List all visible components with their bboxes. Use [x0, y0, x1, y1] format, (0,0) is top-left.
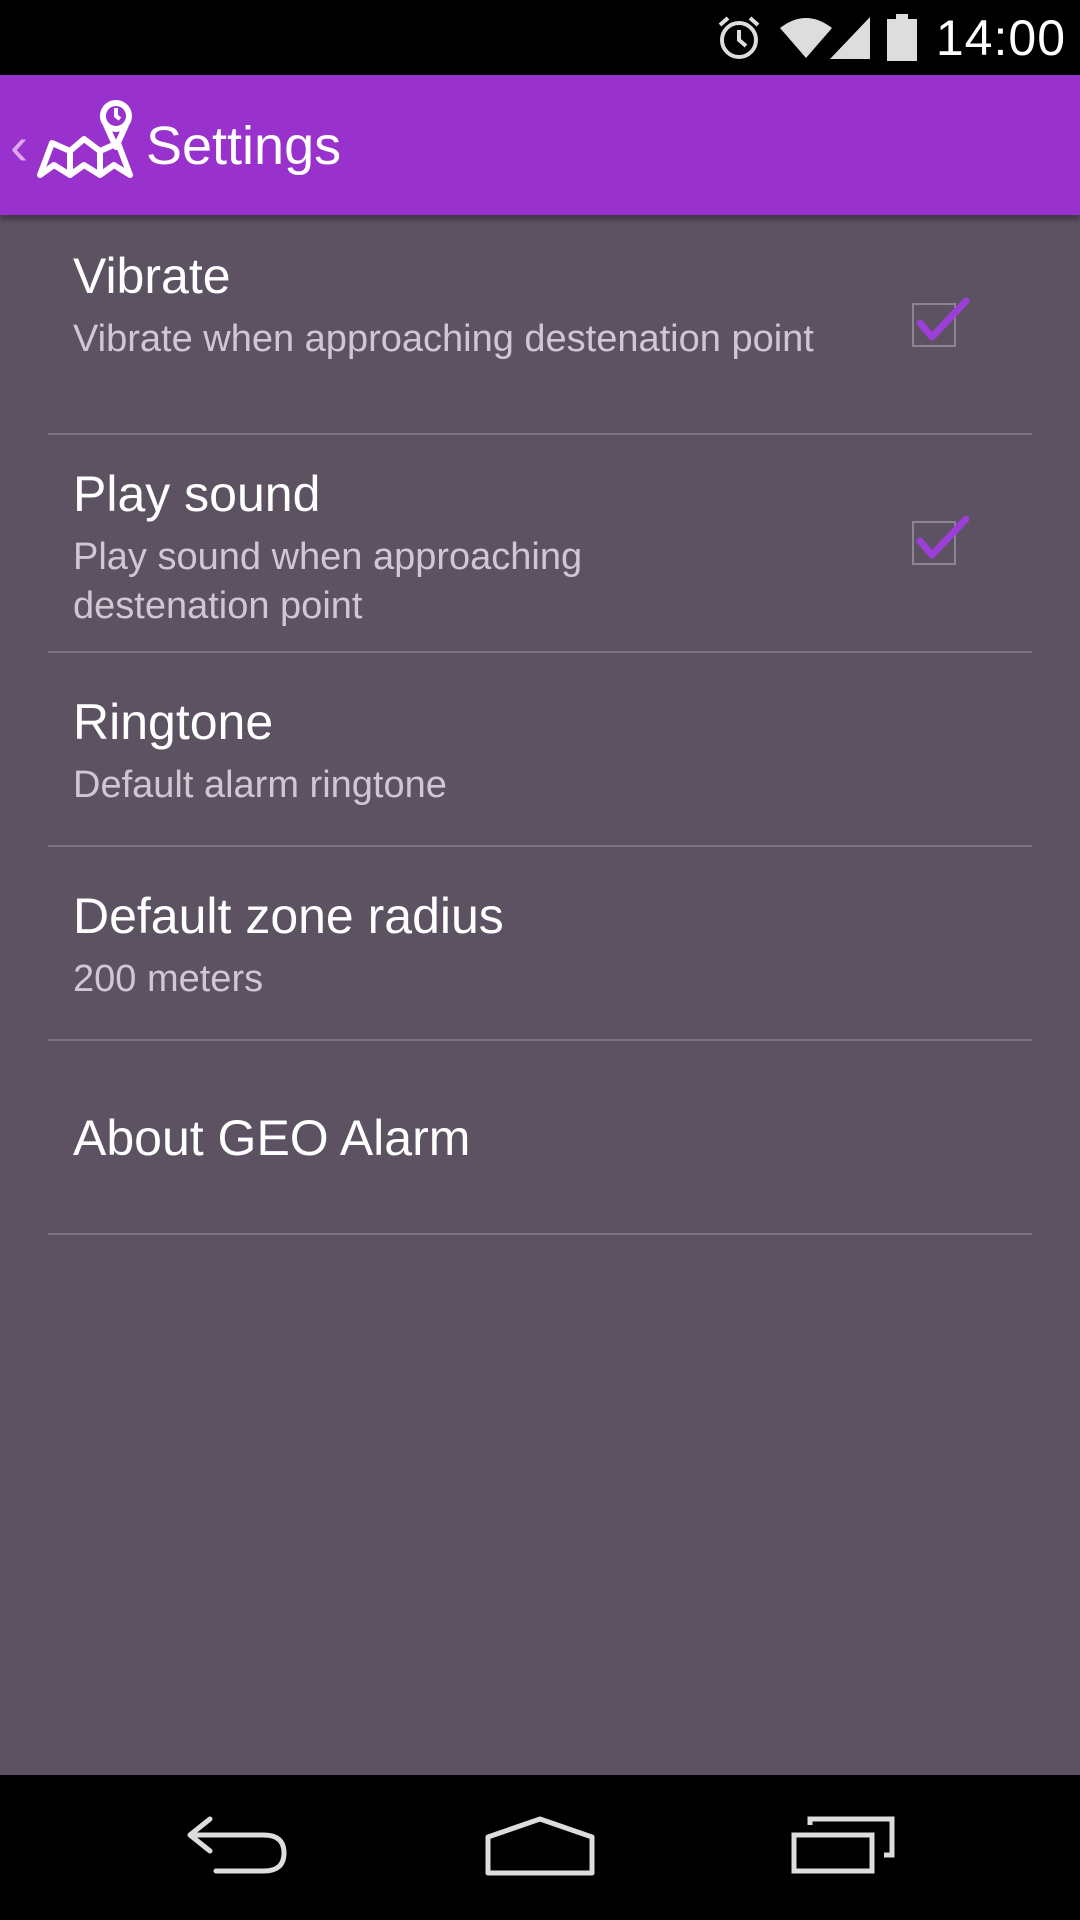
status-clock: 14:00	[935, 9, 1066, 66]
chevron-left-icon[interactable]: ‹	[10, 115, 28, 177]
checkmark-icon	[916, 515, 970, 559]
recent-apps-icon[interactable]	[790, 1815, 896, 1880]
wifi-icon	[778, 16, 834, 60]
pref-about[interactable]: About GEO Alarm	[48, 1039, 1032, 1235]
status-icons: 14:00	[714, 0, 1066, 75]
navigation-bar	[0, 1775, 1080, 1920]
status-bar: 14:00	[0, 0, 1080, 75]
geo-alarm-map-pin-icon[interactable]	[34, 95, 138, 196]
pref-title: Ringtone	[73, 694, 274, 750]
action-bar: ‹ Settings	[0, 75, 1080, 215]
pref-title: Vibrate	[73, 248, 231, 304]
pref-ringtone[interactable]: Ringtone Default alarm ringtone	[48, 651, 1032, 847]
vibrate-checkbox[interactable]	[912, 297, 970, 347]
battery-icon	[886, 13, 918, 62]
pref-default-zone-radius[interactable]: Default zone radius 200 meters	[48, 845, 1032, 1041]
alarm-clock-icon	[714, 13, 764, 63]
pref-summary: Default alarm ringtone	[73, 764, 447, 806]
pref-summary: 200 meters	[73, 958, 264, 1000]
checkmark-icon	[916, 297, 970, 341]
preferences-list: Vibrate Vibrate when approaching destena…	[0, 215, 1080, 1775]
pref-play-sound[interactable]: Play sound Play sound when approaching d…	[48, 433, 1032, 653]
signal-icon	[828, 15, 872, 61]
pref-summary: Play sound when approaching destenation …	[73, 536, 583, 627]
pref-title: Play sound	[73, 466, 321, 522]
back-icon[interactable]	[186, 1815, 290, 1880]
play-sound-checkbox[interactable]	[912, 515, 970, 565]
pref-title: Default zone radius	[73, 888, 504, 944]
pref-title: About GEO Alarm	[73, 1110, 471, 1166]
pref-vibrate[interactable]: Vibrate Vibrate when approaching destena…	[48, 215, 1032, 435]
page-title: Settings	[146, 116, 342, 176]
home-icon[interactable]	[484, 1815, 596, 1882]
pref-summary: Vibrate when approaching destenation poi…	[73, 318, 814, 360]
